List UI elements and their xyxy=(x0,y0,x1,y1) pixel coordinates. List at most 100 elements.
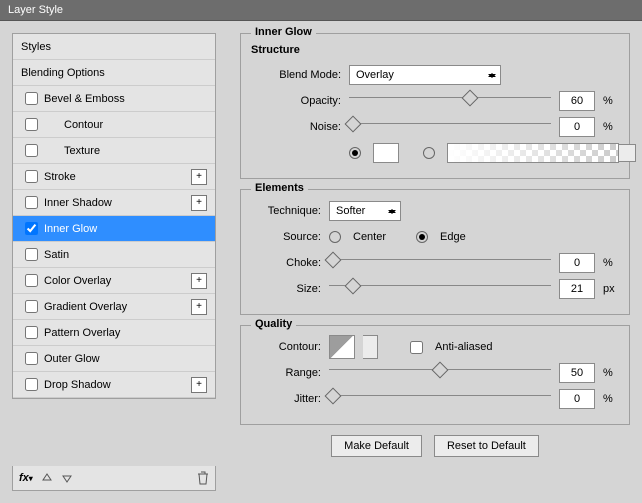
choke-slider[interactable] xyxy=(329,259,551,274)
choke-unit: % xyxy=(603,257,619,269)
blend-mode-value: Overlay xyxy=(356,69,394,81)
style-checkbox[interactable] xyxy=(25,326,38,339)
style-checkbox[interactable] xyxy=(25,274,38,287)
range-row: Range: 50 % xyxy=(251,360,619,386)
noise-label: Noise: xyxy=(251,121,341,133)
sidebar-item-gradient-overlay[interactable]: Gradient Overlay+ xyxy=(13,294,215,320)
sidebar-item-label: Bevel & Emboss xyxy=(44,93,207,105)
sidebar-item-inner-shadow[interactable]: Inner Shadow+ xyxy=(13,190,215,216)
choke-value[interactable]: 0 xyxy=(559,253,595,273)
jitter-unit: % xyxy=(603,393,619,405)
opacity-unit: % xyxy=(603,95,619,107)
range-slider[interactable] xyxy=(329,369,551,384)
blend-mode-select[interactable]: Overlay xyxy=(349,65,501,85)
jitter-row: Jitter: 0 % xyxy=(251,386,619,412)
style-checkbox[interactable] xyxy=(25,248,38,261)
sidebar-item-label: Stroke xyxy=(44,171,191,183)
opacity-value[interactable]: 60 xyxy=(559,91,595,111)
style-checkbox[interactable] xyxy=(25,352,38,365)
sidebar-item-label: Drop Shadow xyxy=(44,379,191,391)
solid-color-swatch[interactable] xyxy=(373,143,399,163)
make-default-button[interactable]: Make Default xyxy=(331,435,422,457)
jitter-label: Jitter: xyxy=(251,393,321,405)
solid-color-radio[interactable] xyxy=(349,147,361,159)
add-style-icon[interactable]: + xyxy=(191,273,207,289)
sidebar-item-stroke[interactable]: Stroke+ xyxy=(13,164,215,190)
styles-header[interactable]: Styles xyxy=(13,34,215,60)
sidebar-item-satin[interactable]: Satin xyxy=(13,242,215,268)
footer-buttons: Make Default Reset to Default xyxy=(240,435,630,457)
jitter-value[interactable]: 0 xyxy=(559,389,595,409)
trash-icon[interactable] xyxy=(197,471,209,485)
noise-row: Noise: 0 % xyxy=(251,114,619,140)
down-arrow-icon[interactable] xyxy=(61,472,73,484)
gradient-swatch[interactable] xyxy=(447,143,619,163)
quality-group: Quality Contour: Anti-aliased Range: 50 … xyxy=(240,325,630,425)
quality-title: Quality xyxy=(251,318,296,330)
size-slider[interactable] xyxy=(329,285,551,300)
inner-glow-group: Inner Glow Structure Blend Mode: Overlay… xyxy=(240,33,630,179)
add-style-icon[interactable]: + xyxy=(191,299,207,315)
contour-picker[interactable] xyxy=(329,335,355,359)
add-style-icon[interactable]: + xyxy=(191,377,207,393)
range-value[interactable]: 50 xyxy=(559,363,595,383)
gradient-radio[interactable] xyxy=(423,147,435,159)
noise-slider[interactable] xyxy=(349,123,551,138)
style-checkbox[interactable] xyxy=(25,170,38,183)
technique-label: Technique: xyxy=(251,205,321,217)
style-checkbox[interactable] xyxy=(25,144,38,157)
sidebar-item-pattern-overlay[interactable]: Pattern Overlay xyxy=(13,320,215,346)
fx-icon[interactable]: fx▾ xyxy=(19,472,33,484)
sidebar-item-color-overlay[interactable]: Color Overlay+ xyxy=(13,268,215,294)
reset-default-button[interactable]: Reset to Default xyxy=(434,435,539,457)
source-center-radio[interactable] xyxy=(329,231,341,243)
sidebar-item-label: Gradient Overlay xyxy=(44,301,191,313)
size-label: Size: xyxy=(251,283,321,295)
elements-group: Elements Technique: Softer Source: Cente… xyxy=(240,189,630,315)
structure-title: Structure xyxy=(251,44,619,56)
opacity-slider[interactable] xyxy=(349,97,551,112)
add-style-icon[interactable]: + xyxy=(191,169,207,185)
style-checkbox[interactable] xyxy=(25,378,38,391)
jitter-slider[interactable] xyxy=(329,395,551,410)
up-arrow-icon[interactable] xyxy=(41,472,53,484)
blending-options-header[interactable]: Blending Options xyxy=(13,60,215,86)
technique-value: Softer xyxy=(336,205,365,217)
sidebar-item-drop-shadow[interactable]: Drop Shadow+ xyxy=(13,372,215,398)
sidebar-item-label: Contour xyxy=(64,119,207,131)
source-edge-label: Edge xyxy=(440,231,466,243)
source-label: Source: xyxy=(251,231,321,243)
sidebar-item-label: Texture xyxy=(64,145,207,157)
range-unit: % xyxy=(603,367,619,379)
sidebar-item-inner-glow[interactable]: Inner Glow xyxy=(13,216,215,242)
style-checkbox[interactable] xyxy=(25,92,38,105)
sidebar-item-bevel-emboss[interactable]: Bevel & Emboss xyxy=(13,86,215,112)
style-checkbox[interactable] xyxy=(25,222,38,235)
size-value[interactable]: 21 xyxy=(559,279,595,299)
range-label: Range: xyxy=(251,367,321,379)
panel-title: Inner Glow xyxy=(251,26,316,38)
add-style-icon[interactable]: + xyxy=(191,195,207,211)
sidebar-item-label: Color Overlay xyxy=(44,275,191,287)
source-edge-radio[interactable] xyxy=(416,231,428,243)
blend-mode-row: Blend Mode: Overlay xyxy=(251,62,619,88)
sidebar-item-contour[interactable]: Contour xyxy=(13,112,215,138)
sidebar-item-outer-glow[interactable]: Outer Glow xyxy=(13,346,215,372)
contour-dropdown[interactable] xyxy=(363,335,378,359)
blend-mode-label: Blend Mode: xyxy=(251,69,341,81)
sidebar-item-texture[interactable]: Texture xyxy=(13,138,215,164)
left-footer: fx▾ xyxy=(12,466,216,491)
anti-aliased-checkbox[interactable] xyxy=(410,341,423,354)
styles-header-label: Styles xyxy=(21,41,207,53)
style-checkbox[interactable] xyxy=(25,118,38,131)
technique-select[interactable]: Softer xyxy=(329,201,401,221)
style-checkbox[interactable] xyxy=(25,300,38,313)
sidebar-item-label: Inner Glow xyxy=(44,223,207,235)
anti-aliased-label: Anti-aliased xyxy=(435,341,492,353)
style-checkbox[interactable] xyxy=(25,196,38,209)
choke-row: Choke: 0 % xyxy=(251,250,619,276)
dialog-body: Styles Blending Options Bevel & Emboss Co… xyxy=(0,21,642,503)
noise-value[interactable]: 0 xyxy=(559,117,595,137)
right-column: Inner Glow Structure Blend Mode: Overlay… xyxy=(240,33,630,491)
window-title-bar: Layer Style xyxy=(0,0,642,21)
